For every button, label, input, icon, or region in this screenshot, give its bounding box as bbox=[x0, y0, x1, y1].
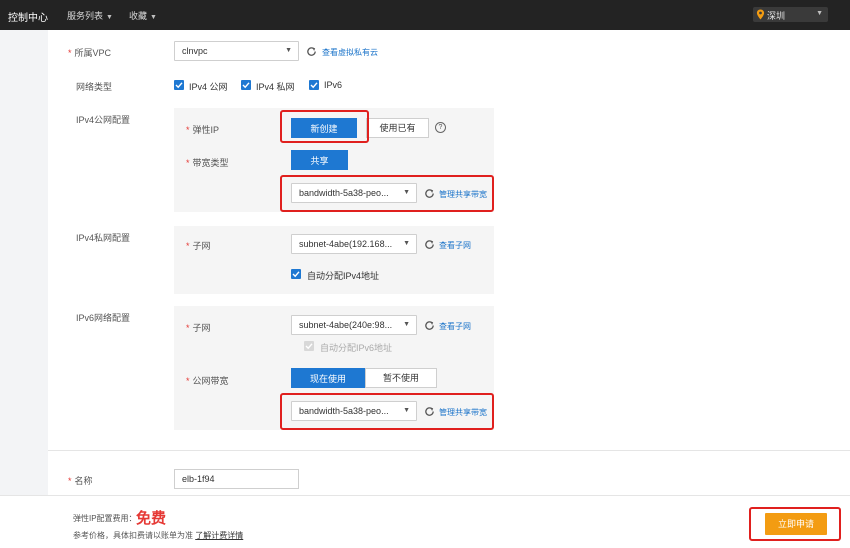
ipv4-private-checkbox[interactable] bbox=[241, 80, 251, 90]
chevron-down-icon: ▼ bbox=[150, 14, 157, 21]
use-now-button[interactable]: 现在使用 bbox=[291, 368, 365, 388]
ipv6-subnet-label: * 子网 bbox=[186, 323, 211, 333]
ipv4-subnet-value: subnet-4abe(192.168... bbox=[299, 239, 393, 249]
region-selector[interactable]: 深圳 ▼ bbox=[753, 7, 828, 22]
ipv4-public-label: IPv4 公网 bbox=[189, 82, 228, 92]
region-label: 深圳 bbox=[767, 11, 786, 21]
fee-note: 参考价格，具体扣费请以账单为准 了解计费详情 bbox=[73, 531, 244, 540]
name-input[interactable]: elb-1f94 bbox=[174, 469, 299, 489]
ipv4-subnet-select[interactable]: subnet-4abe(192.168... ▼ bbox=[291, 234, 417, 254]
view-subnet-link[interactable]: 查看子网 bbox=[439, 240, 471, 251]
refresh-icon[interactable] bbox=[306, 46, 317, 57]
ipv4-public-checkbox[interactable] bbox=[174, 80, 184, 90]
ipv6-subnet-value: subnet-4abe(240e:98... bbox=[299, 320, 393, 330]
section-divider bbox=[48, 450, 850, 451]
public-bandwidth-label: * 公网带宽 bbox=[186, 376, 229, 386]
vpc-value: clnvpc bbox=[182, 46, 208, 56]
not-use-button[interactable]: 暂不使用 bbox=[365, 368, 437, 388]
favorites-menu[interactable]: 收藏 ▼ bbox=[129, 9, 157, 22]
shared-bandwidth-button[interactable]: 共享 bbox=[291, 150, 348, 170]
auto-assign-ipv6-checkbox[interactable] bbox=[304, 341, 314, 351]
vpc-select[interactable]: clnvpc ▼ bbox=[174, 41, 299, 61]
service-list-menu[interactable]: 服务列表 ▼ bbox=[67, 9, 113, 22]
eip-label: * 弹性IP bbox=[186, 125, 220, 135]
refresh-icon[interactable] bbox=[424, 239, 435, 250]
view-vpc-link[interactable]: 查看虚拟私有云 bbox=[322, 47, 378, 58]
fee-label: 弹性IP配置费用： bbox=[73, 514, 137, 523]
ipv6-label: IPv6 bbox=[324, 80, 343, 90]
ipv4-private-config-label: IPv4私网配置 bbox=[76, 233, 131, 243]
auto-assign-ipv6-label: 自动分配IPv6地址 bbox=[320, 343, 393, 353]
use-existing-eip-button[interactable]: 使用已有 bbox=[366, 118, 429, 138]
location-pin-icon bbox=[756, 9, 765, 20]
chevron-down-icon: ▼ bbox=[816, 10, 823, 17]
highlight-eip-box bbox=[280, 110, 369, 143]
network-type-label: 网络类型 bbox=[76, 82, 113, 92]
auto-assign-ipv4-label: 自动分配IPv4地址 bbox=[307, 271, 380, 281]
ipv4-private-label: IPv4 私网 bbox=[256, 82, 295, 92]
bandwidth-type-label: * 带宽类型 bbox=[186, 158, 229, 168]
fee-value: 免费 bbox=[136, 510, 167, 527]
service-list-label: 服务列表 bbox=[67, 11, 104, 21]
auto-assign-ipv4-checkbox[interactable] bbox=[291, 269, 301, 279]
favorites-label: 收藏 bbox=[129, 11, 148, 21]
ipv6-checkbox[interactable] bbox=[309, 80, 319, 90]
console-home-link[interactable]: 控制中心 bbox=[8, 9, 48, 24]
highlight-ipv4-bandwidth-box bbox=[280, 175, 494, 212]
highlight-ipv6-bandwidth-box bbox=[280, 393, 494, 430]
ipv6-subnet-select[interactable]: subnet-4abe(240e:98... ▼ bbox=[291, 315, 417, 335]
top-navigation-bar: 控制中心 服务列表 ▼ 收藏 ▼ 深圳 ▼ bbox=[0, 0, 850, 30]
refresh-icon[interactable] bbox=[424, 320, 435, 331]
name-label: * 名称 bbox=[68, 476, 93, 486]
caret-down-icon: ▼ bbox=[403, 240, 410, 247]
highlight-submit-box bbox=[749, 507, 841, 541]
name-value: elb-1f94 bbox=[182, 474, 215, 484]
pricing-details-link[interactable]: 了解计费详情 bbox=[195, 531, 243, 540]
view-ipv6-subnet-link[interactable]: 查看子网 bbox=[439, 321, 471, 332]
help-icon[interactable]: ? bbox=[435, 122, 446, 133]
ipv6-config-label: IPv6网络配置 bbox=[76, 313, 131, 323]
ipv4-subnet-label: * 子网 bbox=[186, 241, 211, 251]
vpc-label: * 所属VPC bbox=[68, 48, 112, 58]
footer-bar: 弹性IP配置费用： 免费 参考价格，具体扣费请以账单为准 了解计费详情 立即申请 bbox=[0, 495, 850, 548]
caret-down-icon: ▼ bbox=[403, 321, 410, 328]
ipv4-public-config-label: IPv4公网配置 bbox=[76, 115, 131, 125]
caret-down-icon: ▼ bbox=[285, 47, 292, 54]
chevron-down-icon: ▼ bbox=[106, 14, 113, 21]
